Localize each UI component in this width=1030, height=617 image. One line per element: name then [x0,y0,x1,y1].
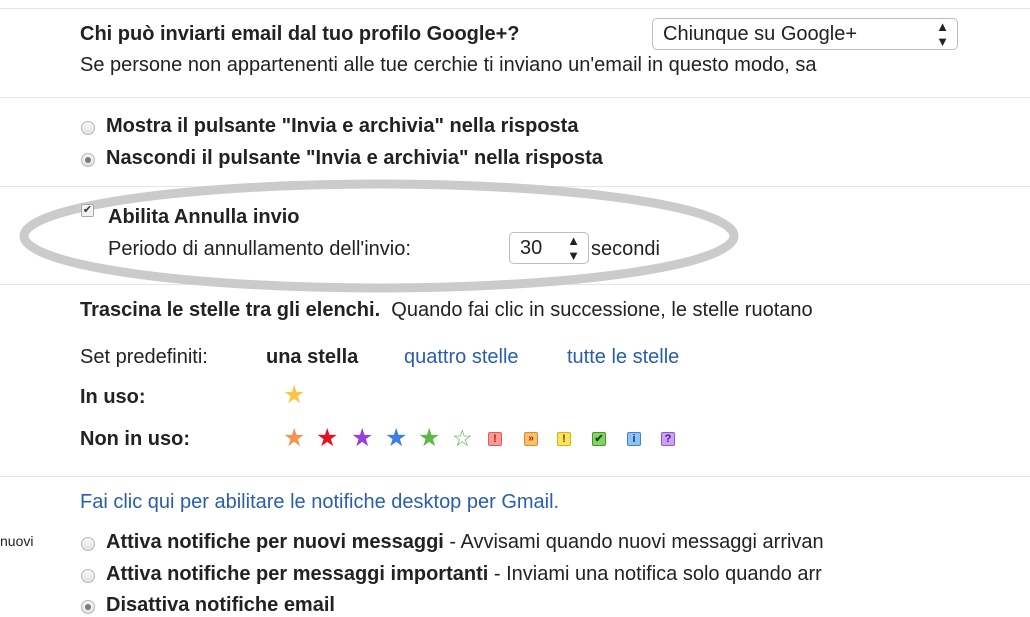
red-star-icon[interactable]: ★ [316,425,338,451]
undo-period-select[interactable]: 30 ▲ ▼ [509,232,589,264]
stars-instruction: Trascina le stelle tra gli elenchi. Quan… [80,298,813,322]
notifications-off-label: Disattiva notifiche email [106,594,335,616]
preset-one-star[interactable]: una stella [266,345,358,369]
undo-send-label: Abilita Annulla invio [108,206,300,228]
yellow-bang-icon[interactable]: ! [557,432,571,446]
blue-info-icon[interactable]: i [627,432,641,446]
undo-period-unit: secondi [591,238,660,260]
notify-new-messages-desc: - Avvisami quando nuovi messaggi arrivan [443,531,824,553]
purple-star-icon[interactable]: ★ [351,425,373,451]
red-bang-icon[interactable]: ! [488,432,502,446]
undo-period-value: 30 [520,237,543,259]
green-star-icon[interactable]: ★ [418,425,440,451]
preset-four-stars-link[interactable]: quattro stelle [404,345,519,369]
orange-star-icon[interactable]: ★ [283,425,305,451]
purple-question-icon[interactable]: ? [661,432,675,446]
notify-important-label: Attiva notifiche per messaggi importanti… [106,562,822,586]
select-arrows-icon: ▲ ▼ [567,233,580,263]
orange-guillemet-icon[interactable]: » [524,432,538,446]
notify-important-desc: - Inviami una notifica solo quando arr [488,563,822,585]
blue-star-icon[interactable]: ★ [385,425,407,451]
stars-instruction-bold: Trascina le stelle tra gli elenchi. [80,299,381,321]
notify-important-bold: Attiva notifiche per messaggi importanti [106,563,489,585]
notify-new-messages-radio[interactable] [81,537,95,551]
notify-new-messages-bold: Attiva notifiche per nuovi messaggi [106,531,444,553]
green-check-icon[interactable]: ✔ [592,432,606,446]
stars-presets-label: Set predefiniti: [80,346,208,368]
notify-important-radio[interactable] [81,569,95,583]
undo-send-checkbox[interactable]: ✔ [81,204,94,217]
stars-instruction-rest: Quando fai clic in successione, le stell… [391,299,813,321]
not-in-use-label: Non in uso: [80,428,190,450]
yellow-star-icon[interactable]: ★ [283,382,305,408]
notifications-side-label: nuovi [0,533,34,549]
enable-desktop-notifications-link[interactable]: Fai clic qui per abilitare le notifiche … [80,490,559,514]
in-use-label: In uso: [80,386,146,408]
notifications-off-radio[interactable] [81,600,95,614]
green-outline-star-icon[interactable]: ☆ [452,425,473,451]
undo-period-label: Periodo di annullamento dell'invio: [108,238,411,260]
preset-all-stars-link[interactable]: tutte le stelle [567,345,679,369]
notify-new-messages-label: Attiva notifiche per nuovi messaggi - Av… [106,530,824,554]
